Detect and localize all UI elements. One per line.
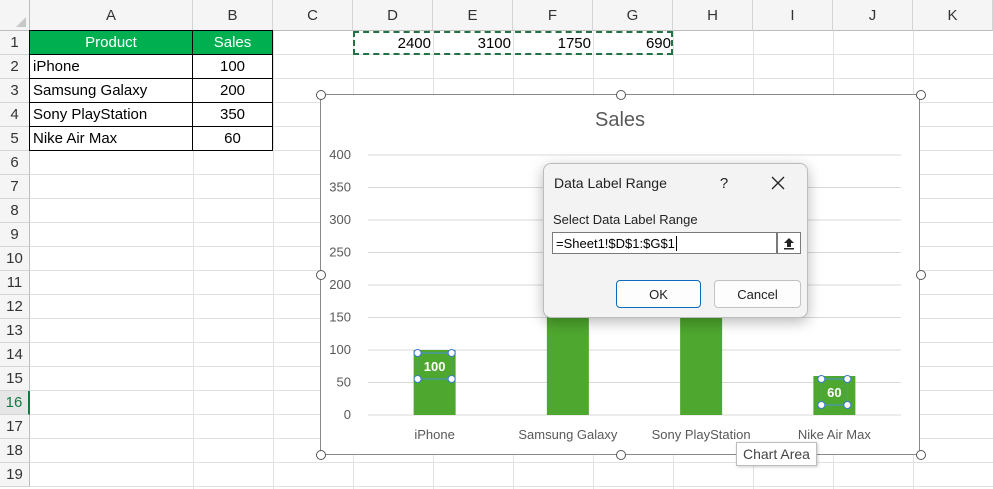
row-header-19[interactable]: 19 [0, 463, 30, 487]
sales-cell[interactable]: 60 [192, 126, 273, 151]
cancel-button[interactable]: Cancel [714, 280, 801, 308]
column-header-c[interactable]: C [273, 0, 353, 31]
column-header-d[interactable]: D [353, 0, 433, 31]
column-header-k[interactable]: K [913, 0, 993, 31]
y-tick-label: 350 [329, 180, 351, 195]
row-header-2[interactable]: 2 [0, 55, 30, 79]
column-header-f[interactable]: F [513, 0, 593, 31]
column-header-b[interactable]: B [193, 0, 273, 31]
row-header-17[interactable]: 17 [0, 415, 30, 439]
column-header-h[interactable]: H [673, 0, 753, 31]
dialog-prompt-label: Select Data Label Range [553, 212, 698, 227]
row-header-13[interactable]: 13 [0, 319, 30, 343]
close-icon [771, 176, 785, 190]
row-header-14[interactable]: 14 [0, 343, 30, 367]
chart-resize-handle[interactable] [316, 270, 326, 280]
close-button[interactable] [764, 171, 792, 195]
chart-resize-handle[interactable] [616, 90, 626, 100]
column-header-a[interactable]: A [30, 0, 193, 31]
y-tick-label: 100 [329, 342, 351, 357]
row-header-4[interactable]: 4 [0, 103, 30, 127]
x-tick-label: Nike Air Max [798, 427, 871, 442]
ok-button[interactable]: OK [616, 280, 701, 308]
data-label-handle[interactable] [447, 349, 456, 357]
y-tick-label: 150 [329, 310, 351, 325]
x-tick-label: iPhone [414, 427, 454, 442]
range-input[interactable]: =Sheet1!$D$1:$G$1 [552, 232, 777, 254]
collapse-dialog-icon [784, 237, 794, 249]
chart-resize-handle[interactable] [316, 450, 326, 460]
data-label-handle[interactable] [413, 349, 422, 357]
data-label-range-dialog[interactable]: Data Label Range ? Select Data Label Ran… [543, 163, 808, 318]
data-label-handle[interactable] [447, 375, 456, 383]
y-tick-label: 250 [329, 245, 351, 260]
column-header-i[interactable]: I [753, 0, 833, 31]
table-header-product[interactable]: Product [29, 30, 193, 55]
x-tick-label: Samsung Galaxy [518, 427, 617, 442]
chart-resize-handle[interactable] [616, 450, 626, 460]
dialog-title: Data Label Range [554, 175, 667, 191]
gridline [273, 31, 274, 489]
row-header-18[interactable]: 18 [0, 439, 30, 463]
gridline [30, 486, 993, 487]
y-tick-label: 400 [329, 147, 351, 162]
gridline [30, 462, 993, 463]
y-tick-label: 50 [337, 375, 351, 390]
row-header-3[interactable]: 3 [0, 79, 30, 103]
row-header-5[interactable]: 5 [0, 127, 30, 151]
row-header-11[interactable]: 11 [0, 271, 30, 295]
table-header-sales[interactable]: Sales [192, 30, 273, 55]
copy-marquee-range [353, 31, 673, 55]
chart-resize-handle[interactable] [916, 270, 926, 280]
row-header-15[interactable]: 15 [0, 367, 30, 391]
product-cell[interactable]: iPhone [29, 54, 193, 79]
data-label[interactable]: 60 [827, 385, 841, 400]
data-label[interactable]: 100 [424, 359, 446, 374]
row-header-8[interactable]: 8 [0, 199, 30, 223]
chart-resize-handle[interactable] [916, 90, 926, 100]
row-header-7[interactable]: 7 [0, 175, 30, 199]
row-header-9[interactable]: 9 [0, 223, 30, 247]
range-input-value: =Sheet1!$D$1:$G$1 [556, 235, 675, 251]
sales-cell[interactable]: 100 [192, 54, 273, 79]
y-tick-label: 300 [329, 212, 351, 227]
row-header-1[interactable]: 1 [0, 31, 30, 55]
data-label-handle[interactable] [817, 401, 826, 409]
data-label-handle[interactable] [843, 401, 852, 409]
product-cell[interactable]: Nike Air Max [29, 126, 193, 151]
chart-resize-handle[interactable] [916, 450, 926, 460]
data-label-handle[interactable] [413, 375, 422, 383]
column-header-j[interactable]: J [833, 0, 913, 31]
column-header-e[interactable]: E [433, 0, 513, 31]
chart-resize-handle[interactable] [316, 90, 326, 100]
column-header-g[interactable]: G [593, 0, 673, 31]
product-cell[interactable]: Samsung Galaxy [29, 78, 193, 103]
data-label-handle[interactable] [817, 375, 826, 383]
x-tick-label: Sony PlayStation [652, 427, 751, 442]
chart-area-tooltip: Chart Area [736, 442, 817, 466]
row-header-6[interactable]: 6 [0, 151, 30, 175]
sales-cell[interactable]: 200 [192, 78, 273, 103]
help-button[interactable]: ? [712, 171, 736, 195]
y-tick-label: 200 [329, 277, 351, 292]
collapse-dialog-button[interactable] [777, 232, 801, 254]
data-label-handle[interactable] [843, 375, 852, 383]
y-tick-label: 0 [344, 407, 351, 422]
product-cell[interactable]: Sony PlayStation [29, 102, 193, 127]
sales-cell[interactable]: 350 [192, 102, 273, 127]
row-header-10[interactable]: 10 [0, 247, 30, 271]
select-all-corner[interactable] [0, 0, 30, 31]
row-header-12[interactable]: 12 [0, 295, 30, 319]
row-header-16[interactable]: 16 [0, 391, 30, 415]
